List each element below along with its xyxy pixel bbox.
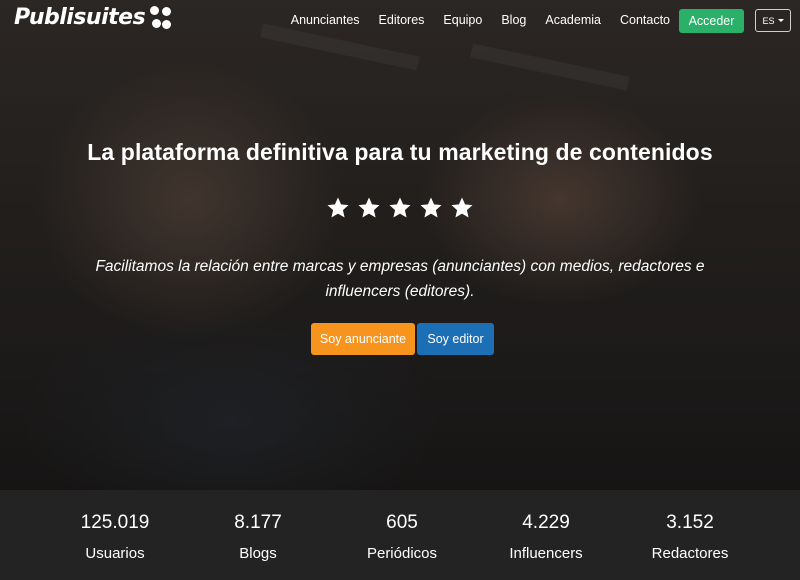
nav-link-academia[interactable]: Academia (545, 13, 601, 27)
star-icon (358, 197, 380, 218)
nav-link-equipo[interactable]: Equipo (443, 13, 482, 27)
stats-bar: 125.019 Usuarios 8.177 Blogs 605 Periódi… (0, 490, 800, 580)
hero-background (0, 0, 800, 490)
rating-stars (0, 196, 800, 220)
stat-value: 4.229 (522, 512, 570, 533)
stat-value: 8.177 (234, 512, 282, 533)
star-icon (327, 197, 349, 218)
stat-value: 605 (386, 512, 418, 533)
navbar: Publisuites Anunciantes Editores Equipo … (0, 0, 800, 42)
hero-subtitle: Facilitamos la relación entre marcas y e… (95, 258, 705, 300)
main-nav: Anunciantes Editores Equipo Blog Academi… (291, 13, 670, 27)
caret-down-icon (777, 19, 784, 22)
language-code: ES (762, 15, 775, 26)
star-icon (420, 197, 442, 218)
brand-name: Publisuites (14, 5, 146, 30)
stat-value: 3.152 (666, 512, 714, 533)
nav-link-anunciantes[interactable]: Anunciantes (291, 13, 360, 27)
stat-label: Usuarios (85, 545, 145, 562)
star-icon (451, 197, 473, 218)
stat-label: Blogs (239, 545, 277, 562)
editor-button[interactable]: Soy editor (417, 323, 494, 355)
stat-label: Influencers (509, 545, 583, 562)
hero-headline: La plataforma definitiva para tu marketi… (87, 139, 713, 165)
stat-label: Periódicos (366, 545, 438, 562)
login-button[interactable]: Acceder (679, 9, 744, 33)
advertiser-button[interactable]: Soy anunciante (311, 323, 415, 355)
brand-logo[interactable]: Publisuites (14, 5, 172, 30)
nav-link-editores[interactable]: Editores (379, 13, 425, 27)
nav-link-contacto[interactable]: Contacto (620, 13, 670, 27)
star-icon (389, 197, 411, 218)
publisuites-dots-icon (150, 5, 172, 30)
stat-value: 125.019 (80, 512, 150, 533)
hero-overlay (0, 0, 800, 490)
stat-label: Redactores (651, 545, 729, 562)
language-selector[interactable]: ES (755, 9, 791, 32)
nav-link-blog[interactable]: Blog (501, 13, 526, 27)
